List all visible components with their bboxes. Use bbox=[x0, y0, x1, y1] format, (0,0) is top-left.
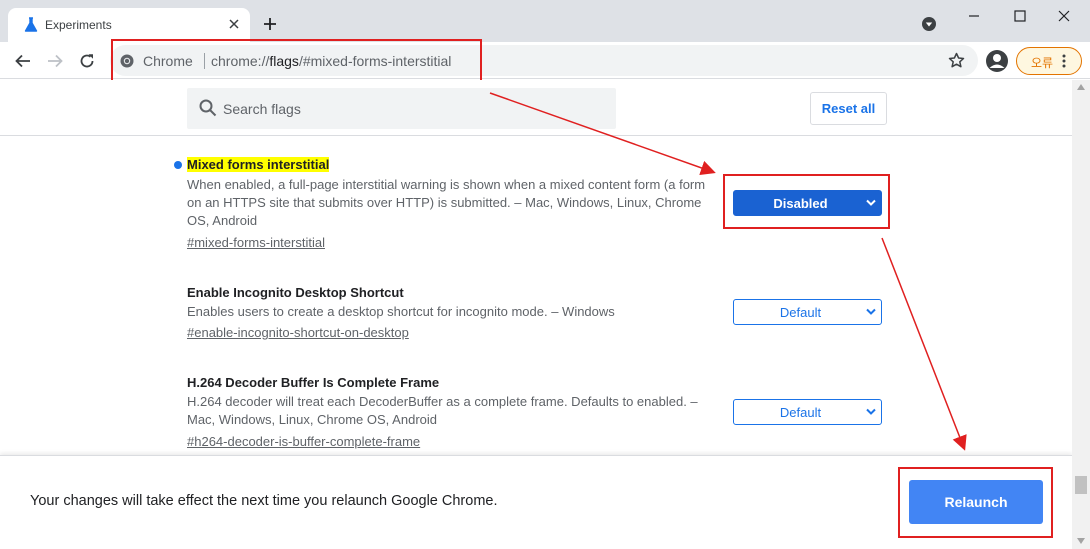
scroll-up-arrow-icon[interactable] bbox=[1077, 84, 1085, 90]
tab-search-icon[interactable] bbox=[921, 16, 937, 32]
menu-kebab-icon[interactable] bbox=[1062, 54, 1066, 68]
error-chip-label: 오류 bbox=[1031, 56, 1054, 70]
search-flags-input[interactable] bbox=[223, 98, 603, 120]
flag-select-value: Default bbox=[779, 405, 822, 420]
flag-description: H.264 decoder will treat each DecoderBuf… bbox=[187, 394, 698, 427]
flag-state-select[interactable]: Default bbox=[733, 399, 882, 425]
flag-title: Mixed forms interstitial bbox=[187, 157, 330, 172]
relaunch-message: Your changes will take effect the next t… bbox=[30, 493, 498, 509]
scrollbar-thumb[interactable] bbox=[1075, 476, 1087, 494]
profile-avatar-icon[interactable] bbox=[985, 49, 1009, 73]
search-icon bbox=[199, 99, 217, 117]
tab-strip: Experiments bbox=[0, 0, 1090, 42]
profile-error-chip[interactable]: 오류 bbox=[1016, 47, 1082, 75]
forward-icon[interactable] bbox=[46, 52, 64, 70]
flag-title: Enable Incognito Desktop Shortcut bbox=[187, 285, 404, 300]
new-tab-icon[interactable] bbox=[262, 16, 278, 32]
tab-experiments[interactable]: Experiments bbox=[8, 8, 250, 42]
tab-title: Experiments bbox=[45, 18, 112, 32]
search-flags-box[interactable] bbox=[187, 88, 616, 129]
back-icon[interactable] bbox=[14, 52, 32, 70]
window-close-icon[interactable] bbox=[1056, 8, 1072, 24]
url-annotation-box bbox=[111, 39, 482, 83]
flag-permalink[interactable]: #enable-incognito-shortcut-on-desktop bbox=[187, 325, 409, 340]
maximize-icon[interactable] bbox=[1012, 8, 1028, 24]
chevron-down-icon bbox=[866, 408, 876, 415]
flags-header: Reset all bbox=[0, 80, 1072, 136]
flag-select-value: Default bbox=[779, 305, 822, 320]
flag-description: Enables users to create a desktop shortc… bbox=[187, 304, 615, 319]
minimize-icon[interactable] bbox=[966, 8, 982, 24]
reload-icon[interactable] bbox=[78, 52, 96, 70]
flag-description: When enabled, a full-page interstitial w… bbox=[187, 177, 706, 228]
flag-title: H.264 Decoder Buffer Is Complete Frame bbox=[187, 375, 440, 390]
reset-all-button[interactable]: Reset all bbox=[810, 92, 887, 125]
bookmark-star-icon[interactable] bbox=[948, 52, 965, 69]
select-annotation-box bbox=[723, 174, 890, 229]
flag-state-select[interactable]: Default bbox=[733, 299, 882, 325]
flag-permalink[interactable]: #mixed-forms-interstitial bbox=[187, 235, 325, 250]
relaunch-annotation-box bbox=[898, 467, 1053, 538]
flags-list: Mixed forms interstitial When enabled, a… bbox=[0, 137, 1072, 455]
flask-icon bbox=[24, 17, 38, 32]
chevron-down-icon bbox=[866, 308, 876, 315]
scroll-down-arrow-icon[interactable] bbox=[1077, 538, 1085, 544]
flag-permalink[interactable]: #h264-decoder-is-buffer-complete-frame bbox=[187, 434, 420, 449]
page-scrollbar[interactable] bbox=[1072, 80, 1090, 549]
modified-indicator bbox=[174, 161, 182, 169]
close-tab-icon[interactable] bbox=[226, 16, 242, 32]
